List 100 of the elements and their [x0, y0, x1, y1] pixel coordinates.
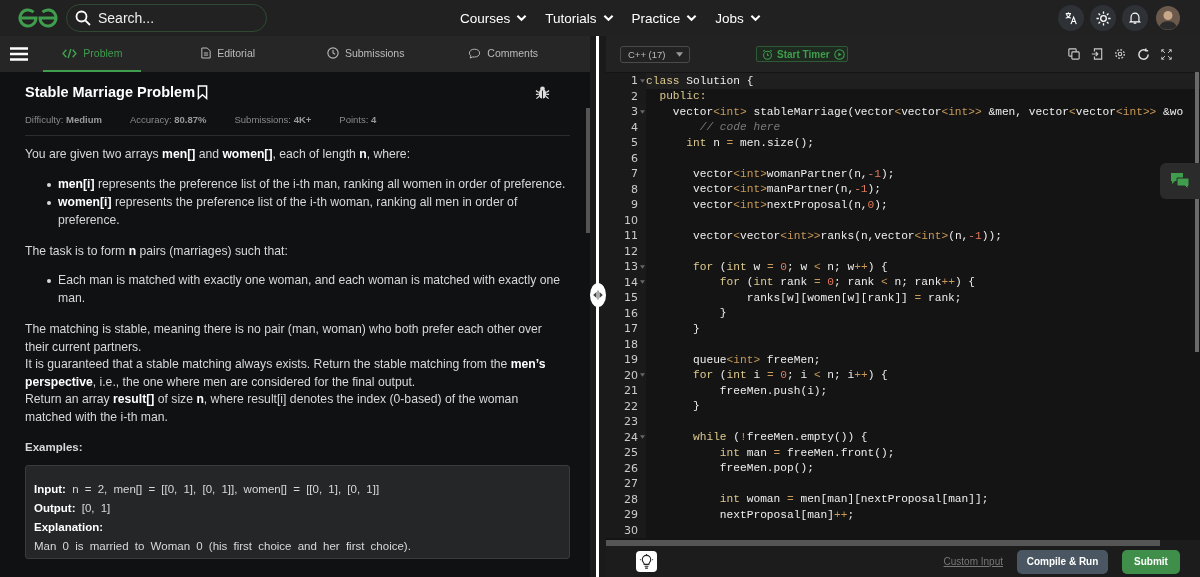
code-line: vector<int>nextProposal(n,0); [692, 198, 888, 211]
code-line: int man = freeMen.front(); [718, 446, 895, 459]
resize-handle-icon[interactable] [590, 282, 606, 307]
bullet-icon [47, 279, 51, 283]
bullet-icon [47, 182, 51, 187]
tab[interactable]: Editorial [177, 36, 279, 72]
nav-menu[interactable]: Jobs [715, 10, 761, 26]
line-number: 18 [624, 337, 638, 351]
code-line: for (int i = 0; i < n; i++) { [692, 369, 888, 382]
code-line: vector<int>manPartner(n,-1); [692, 183, 881, 196]
bell-icon[interactable] [1122, 5, 1148, 31]
menu-icon[interactable] [10, 46, 29, 62]
fold-caret-icon[interactable] [639, 78, 645, 83]
language-dropdown[interactable]: C++ (17) [620, 45, 690, 63]
code-line: freeMen.pop(); [718, 462, 814, 475]
play-icon [833, 48, 845, 60]
theme-sun-icon[interactable] [1090, 5, 1116, 31]
nav-menu[interactable]: Courses [460, 10, 528, 26]
chevron-icon [749, 14, 761, 22]
custom-input-link[interactable]: Custom Input [943, 556, 1003, 567]
line-number: 30 [624, 523, 638, 537]
meta-item: Submissions: 4K+ [234, 114, 312, 125]
chat-icon[interactable] [1160, 163, 1200, 199]
fold-caret-icon[interactable] [639, 280, 645, 285]
line-number: 23 [624, 415, 638, 429]
description-text: It is guaranteed that a stable matching always exists. Return the stable matching from the men’s perspective, i.e., the one where men are considered for the final output. [25, 356, 547, 391]
line-number: 29 [624, 508, 638, 522]
line-number: 9 [631, 198, 638, 212]
horizontal-scrollbar[interactable] [606, 540, 1160, 546]
line-number: 26 [624, 461, 638, 475]
example-text: Explanation: [34, 520, 104, 535]
description-text: The matching is stable, meaning there is no pair (man, woman) who both prefer each other over their current partners. [25, 321, 543, 356]
line-number: 21 [624, 384, 638, 398]
translate-icon[interactable] [1058, 5, 1084, 31]
code-line: ranks[w][women[w][rank]] = rank; [745, 291, 962, 304]
chevron-icon [602, 14, 614, 22]
meta-item: Difficulty: Medium [25, 114, 102, 125]
code-line: for (int rank = 0; rank < n; rank++) { [718, 276, 976, 289]
line-number: 14 [624, 275, 638, 289]
nav-menu[interactable]: Practice [631, 10, 698, 26]
nav-menu[interactable]: Tutorials [545, 10, 614, 26]
bug-icon[interactable] [535, 84, 550, 100]
reset-icon[interactable] [1137, 47, 1150, 61]
tab[interactable]: Problem [43, 36, 142, 72]
alarm-clock-icon [762, 48, 773, 60]
code-line: freeMen.push(i); [718, 384, 828, 397]
code-line: } [692, 322, 700, 335]
line-number: 20 [624, 368, 638, 382]
example-text: Output: [0, 1] [34, 501, 112, 516]
logo-icon[interactable] [18, 8, 58, 28]
scrollbar[interactable] [586, 108, 590, 233]
meta-item: Accuracy: 80.87% [129, 114, 207, 125]
settings-icon[interactable] [1114, 48, 1126, 60]
bookmark-icon[interactable] [197, 84, 209, 100]
code-line: int n = men.size(); [685, 136, 814, 149]
bullet-text: women[i] represents the preference list of the i-th woman, ranking all men in order of preference. [58, 193, 519, 229]
line-number: 22 [624, 399, 638, 413]
tab[interactable]: Comments [452, 36, 554, 72]
line-number: 17 [624, 322, 638, 336]
comment-icon [468, 47, 482, 59]
line-number: 25 [624, 446, 638, 460]
code-line: for (int w = 0; w < n; w++) { [692, 260, 888, 273]
copy-icon[interactable] [1068, 48, 1080, 60]
lightbulb-icon[interactable] [636, 551, 657, 572]
start-timer-button[interactable]: Start Timer [756, 46, 848, 62]
bullet-text: men[i] represents the preference list of the i-th man, ranking all women in order of preference. [58, 175, 566, 193]
code-line: vector<int>womanPartner(n,-1); [692, 167, 895, 180]
line-number: 4 [631, 120, 638, 134]
fullscreen-icon[interactable] [1161, 48, 1172, 60]
avatar-icon[interactable] [1156, 6, 1180, 30]
line-number: 13 [624, 260, 638, 274]
action-button[interactable]: Submit [1122, 549, 1180, 574]
code-line: public: [658, 90, 707, 103]
line-number: 16 [624, 306, 638, 320]
line-number: 19 [624, 353, 638, 367]
import-file-icon[interactable] [1091, 48, 1103, 60]
chevron-icon [686, 14, 698, 22]
code-line: // code here [698, 121, 781, 134]
section-heading: Examples: [25, 441, 84, 453]
line-number: 7 [631, 167, 638, 181]
description-text: You are given two arrays men[] and women[], each of length n, where: [25, 146, 412, 163]
fold-caret-icon[interactable] [639, 264, 645, 269]
caret-icon [676, 51, 683, 57]
line-number: 11 [624, 229, 638, 243]
chevron-icon [516, 14, 528, 22]
fold-caret-icon[interactable] [639, 435, 645, 440]
description-text: Return an array result[] of size n, where result[i] denotes the index (0-based) of the woman matched with the i-th man. [25, 391, 520, 426]
bullet-text: Each man is matched with exactly one woman, and each woman is matched with exactly one man. [58, 272, 561, 307]
search-field[interactable]: Search... [66, 4, 267, 32]
line-number: 27 [624, 477, 638, 491]
description-text: The task is to form n pairs (marriages) such that: [25, 242, 289, 260]
code-line: class Solution { [646, 74, 754, 87]
action-button[interactable]: Compile & Run [1017, 549, 1108, 574]
line-number: 10 [624, 213, 638, 227]
problem-title: Stable Marriage Problem [25, 84, 196, 100]
fold-caret-icon[interactable] [639, 109, 645, 114]
tab[interactable]: Submissions [314, 36, 417, 72]
line-number: 28 [624, 492, 638, 506]
line-number: 6 [631, 151, 638, 165]
fold-caret-icon[interactable] [639, 373, 645, 378]
